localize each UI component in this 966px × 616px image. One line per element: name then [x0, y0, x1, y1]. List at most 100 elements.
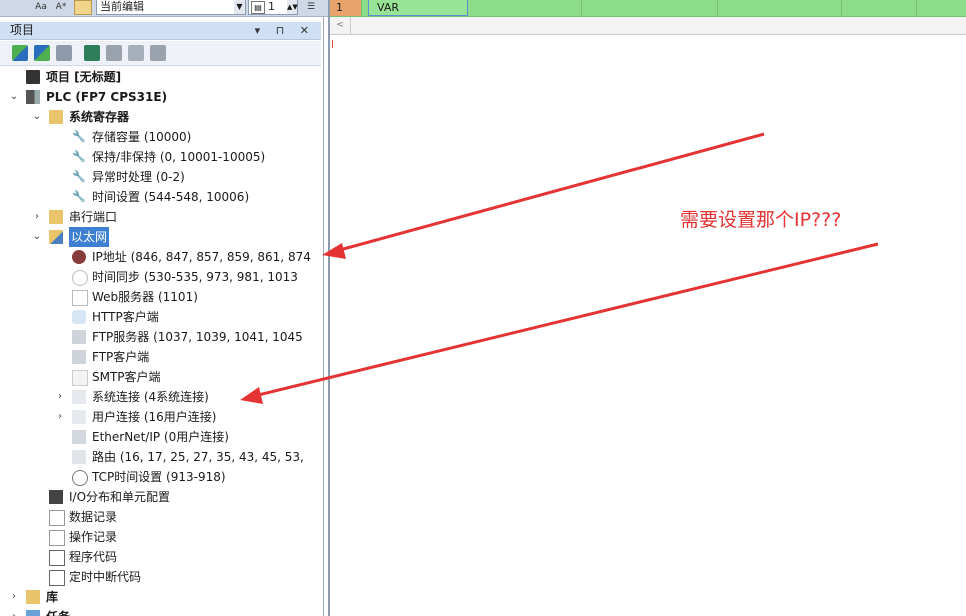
cell-divider — [915, 0, 917, 16]
plc-icon — [26, 90, 40, 104]
network-icon — [72, 430, 86, 444]
chevron-right-icon[interactable]: › — [54, 407, 66, 427]
tree-item[interactable]: 🔧 保持/非保持 (0, 10001-10005) — [0, 147, 321, 167]
collapse-all-icon[interactable] — [34, 45, 50, 61]
tree-item[interactable]: HTTP客户端 — [0, 307, 321, 327]
tree-item-label: 项目 [无标题] — [46, 70, 122, 84]
tree-item[interactable]: 时间同步 (530-535, 973, 981, 1013 — [0, 267, 321, 287]
tree-item[interactable]: I/O分布和单元配置 — [0, 487, 321, 507]
match-case-icon[interactable]: Aa — [32, 0, 50, 14]
cursor-mark — [332, 40, 333, 48]
var-cell[interactable]: VAR — [368, 0, 468, 16]
tree-item[interactable]: ⌄ PLC (FP7 CPS31E) — [0, 87, 321, 107]
tree-item-label: FTP服务器 (1037, 1039, 1041, 1045 — [92, 330, 303, 344]
wrench-icon: 🔧 — [72, 130, 86, 143]
tree-item[interactable]: 路由 (16, 17, 25, 27, 35, 43, 45, 53, — [0, 447, 321, 467]
chevron-down-icon[interactable]: ⌄ — [31, 107, 43, 127]
io-icon — [49, 490, 63, 504]
tree-item[interactable]: FTP服务器 (1037, 1039, 1041, 1045 — [0, 327, 321, 347]
panel-window-buttons[interactable]: ▾ ⊓ ✕ — [255, 23, 315, 38]
top-toolbar: Aa A* 当前编辑 ▼ ▤ 1 ▲▼ ☰ — [0, 0, 328, 17]
tree-item[interactable]: 🔧 异常时处理 (0-2) — [0, 167, 321, 187]
tree-item[interactable]: › 库 — [0, 587, 321, 607]
tree-item-label: 串行端口 — [69, 210, 118, 224]
chevron-right-icon[interactable]: › — [31, 207, 43, 227]
chevron-right-icon[interactable]: › — [8, 607, 20, 616]
wrench-icon: 🔧 — [72, 150, 86, 163]
properties-icon[interactable] — [150, 45, 166, 61]
tree-item[interactable]: SMTP客户端 — [0, 367, 321, 387]
record-icon — [49, 510, 65, 526]
view-icon[interactable] — [128, 45, 144, 61]
tree-item-label: IP地址 (846, 847, 857, 859, 861, 874 — [92, 250, 311, 264]
chevron-down-icon[interactable]: ▼ — [234, 0, 245, 14]
expand-all-icon[interactable] — [12, 45, 28, 61]
code-icon — [49, 550, 65, 566]
panel-title: 项目 — [10, 23, 35, 37]
task-icon — [26, 610, 40, 616]
cell-divider — [580, 0, 582, 16]
edit-scope-value: 当前编辑 — [100, 0, 144, 13]
tree-item-label: 用户连接 (16用户连接) — [92, 410, 217, 424]
wrench-icon: 🔧 — [72, 190, 86, 203]
tree-item[interactable]: › 用户连接 (16用户连接) — [0, 407, 321, 427]
chevron-right-icon[interactable]: › — [8, 587, 20, 607]
tree-item-label: 操作记录 — [69, 530, 118, 544]
delete-item-icon[interactable] — [106, 45, 122, 61]
tree-item[interactable]: 🔧 时间设置 (544-548, 10006) — [0, 187, 321, 207]
table-row[interactable]: < — [330, 17, 966, 35]
clock-icon — [72, 270, 88, 286]
code-icon — [49, 570, 65, 586]
list-options-icon[interactable]: ☰ — [302, 0, 320, 14]
spin-arrows-icon[interactable]: ▲▼ — [287, 0, 298, 14]
tree-item[interactable]: Web服务器 (1101) — [0, 287, 321, 307]
edit-mode-icon[interactable] — [74, 0, 92, 15]
chevron-right-icon[interactable]: › — [54, 387, 66, 407]
tree-item-label: 时间同步 (530-535, 973, 981, 1013 — [92, 270, 298, 284]
server-icon — [72, 330, 86, 344]
tree-item[interactable]: 程序代码 — [0, 547, 321, 567]
tree-item-label: Web服务器 (1101) — [92, 290, 198, 304]
project-panel: 项目 ▾ ⊓ ✕ 项目 [无标题] ⌄ PLC (FP7 CPS31E) ⌄ 系统寄存器… — [0, 17, 324, 616]
edit-scope-select[interactable]: 当前编辑 ▼ — [96, 0, 246, 15]
tree-item[interactable]: FTP客户端 — [0, 347, 321, 367]
chevron-down-icon[interactable]: ⌄ — [31, 227, 43, 247]
tree-item-label: 定时中断代码 — [69, 570, 142, 584]
tree-item[interactable]: EtherNet/IP (0用户连接) — [0, 427, 321, 447]
regex-icon[interactable]: A* — [52, 0, 70, 14]
tree-item-label: 任务 — [46, 607, 70, 616]
add-item-icon[interactable] — [84, 45, 100, 61]
editor-pane: 1 VAR < 需要设置那个IP??? — [328, 0, 966, 616]
chevron-down-icon[interactable]: ⌄ — [8, 87, 20, 107]
server-icon — [72, 350, 86, 364]
tree-item[interactable]: 定时中断代码 — [0, 567, 321, 587]
tree-item[interactable]: IP地址 (846, 847, 857, 859, 861, 874 — [0, 247, 321, 267]
tree-item-label: 时间设置 (544-548, 10006) — [92, 190, 250, 204]
tree-item-label: 保持/非保持 (0, 10001-10005) — [92, 150, 266, 164]
cell-divider — [840, 0, 842, 16]
tree-item[interactable]: ⌄ 以太网 — [0, 227, 321, 247]
tree-item[interactable]: › 系统连接 (4系统连接) — [0, 387, 321, 407]
project-tree: 项目 [无标题] ⌄ PLC (FP7 CPS31E) ⌄ 系统寄存器 🔧 存储容量 (10… — [0, 67, 321, 616]
tree-item-label: PLC (FP7 CPS31E) — [46, 90, 168, 104]
tree-item-label: 库 — [46, 590, 59, 604]
tree-item[interactable]: 数据记录 — [0, 507, 321, 527]
envelope-icon — [72, 370, 88, 386]
tree-item[interactable]: ⌄ 系统寄存器 — [0, 107, 321, 127]
tree-item-label: 程序代码 — [69, 550, 118, 564]
row-number: 1 — [330, 0, 362, 16]
move-up-icon[interactable] — [56, 45, 72, 61]
level-spinner[interactable]: ▤ 1 ▲▼ — [248, 0, 298, 15]
table-row[interactable]: 1 VAR — [330, 0, 966, 17]
wrench-icon: 🔧 — [72, 170, 86, 183]
tree-item[interactable]: 操作记录 — [0, 527, 321, 547]
tree-item[interactable]: 🔧 存储容量 (10000) — [0, 127, 321, 147]
tree-item[interactable]: › 串行端口 — [0, 207, 321, 227]
tree-item-label: 系统连接 (4系统连接) — [92, 390, 209, 404]
tree-item[interactable]: 项目 [无标题] — [0, 67, 321, 87]
tree-item[interactable]: TCP时间设置 (913-918) — [0, 467, 321, 487]
tree-item[interactable]: › 任务 — [0, 607, 321, 616]
tree-item-label: 数据记录 — [69, 510, 118, 524]
tree-item-label: EtherNet/IP (0用户连接) — [92, 430, 229, 444]
tree-item-label: FTP客户端 — [92, 350, 150, 364]
